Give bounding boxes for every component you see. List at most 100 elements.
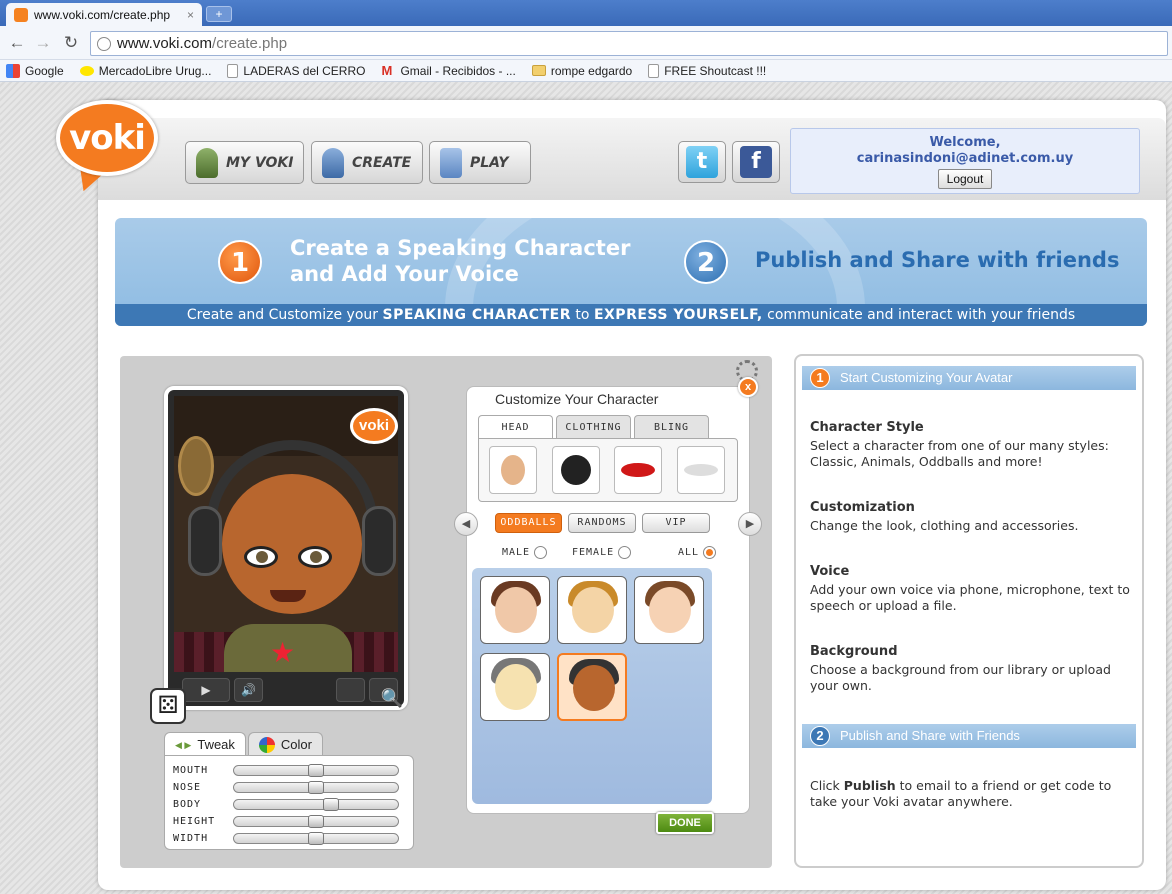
tab-clothing[interactable]: CLOTHING <box>556 415 631 439</box>
forward-arrow-icon[interactable]: → <box>32 32 54 54</box>
customize-title: Customize Your Character <box>495 391 659 407</box>
character-right-eye <box>298 546 332 568</box>
slider-knob[interactable] <box>323 798 339 811</box>
star-badge-icon: ★ <box>270 637 296 668</box>
facial-hair-option[interactable] <box>677 446 725 494</box>
done-button[interactable]: DONE <box>656 812 714 834</box>
volume-icon[interactable]: 🔊 <box>234 678 263 702</box>
slider-height: HEIGHT <box>173 813 405 830</box>
character-thumb[interactable] <box>634 576 704 644</box>
character-thumb[interactable] <box>480 653 550 721</box>
play-button[interactable]: ▶ <box>182 678 231 702</box>
page-icon <box>227 63 239 78</box>
help-character-style: Character Style Select a character from … <box>810 420 1132 470</box>
slider-nose: NOSE <box>173 779 405 796</box>
tab-tweak[interactable]: ◀ ▶ Tweak <box>164 732 246 756</box>
nav-my-voki-button[interactable]: MY VOKI <box>185 141 304 184</box>
help-publish: Click Publish to email to a friend or ge… <box>810 778 1112 809</box>
logout-button[interactable]: Logout <box>937 169 993 189</box>
facebook-icon: f <box>740 146 772 178</box>
create-person-icon <box>322 147 344 178</box>
mouth-option[interactable] <box>614 446 662 494</box>
player-controls: ▶ 🔊 <box>182 678 398 706</box>
welcome-label: Welcome, <box>929 135 1001 150</box>
radio-male[interactable] <box>534 546 548 559</box>
nav-label: PLAY <box>470 154 509 171</box>
address-bar[interactable]: www.voki.com/create.php <box>90 31 1168 56</box>
slider-knob[interactable] <box>308 815 324 828</box>
help-heading: Background <box>810 644 898 659</box>
gender-male[interactable]: MALE <box>502 546 548 559</box>
nav-create-button[interactable]: CREATE <box>311 141 423 184</box>
voki-logo[interactable]: voki <box>52 96 162 197</box>
help-heading: Character Style <box>810 420 924 435</box>
slider-knob[interactable] <box>308 764 324 777</box>
radio-female[interactable] <box>618 546 632 559</box>
tab-color[interactable]: Color <box>247 732 323 756</box>
reload-icon[interactable]: ↻ <box>60 32 82 54</box>
welcome-box: Welcome, carinasindoni@adinet.com.uy Log… <box>790 128 1140 194</box>
section-title: Publish and Share with Friends <box>840 728 1020 743</box>
color-palette-icon <box>258 736 275 753</box>
close-icon[interactable]: x <box>738 377 758 397</box>
publish-keyword: Publish <box>843 778 896 793</box>
category-next-arrow-icon[interactable]: ▶ <box>738 512 762 536</box>
voki-favicon-icon <box>14 7 28 22</box>
browser-tab[interactable]: www.voki.com/create.php × <box>6 3 202 26</box>
section-publish-header: 2 Publish and Share with Friends <box>802 724 1136 748</box>
slider-track[interactable] <box>233 832 399 845</box>
step-2-title[interactable]: Publish and Share with friends <box>755 248 1119 272</box>
nav-play-button[interactable]: PLAY <box>429 141 531 184</box>
slider-knob[interactable] <box>308 781 324 794</box>
blank-control-button[interactable] <box>336 678 366 702</box>
hair-option[interactable] <box>552 446 600 494</box>
slider-mouth: MOUTH <box>173 762 405 779</box>
character-stage[interactable]: ★ voki <box>174 396 398 672</box>
bald-head-icon <box>501 455 525 485</box>
head-shape-option[interactable] <box>489 446 537 494</box>
tab-label: Tweak <box>197 736 235 752</box>
zoom-magnifier-icon[interactable]: 🔍 <box>380 688 404 712</box>
thumb-face <box>649 587 691 633</box>
slider-track[interactable] <box>233 781 399 794</box>
new-tab-button[interactable]: + <box>206 6 232 22</box>
tab-close-icon[interactable]: × <box>187 8 194 22</box>
bookmark-rompe-edgardo[interactable]: rompe edgardo <box>531 64 632 78</box>
slider-track[interactable] <box>233 798 399 811</box>
gender-female[interactable]: FEMALE <box>572 546 632 559</box>
category-oddballs[interactable]: ODDBALLS <box>495 513 562 533</box>
random-dice-icon[interactable]: ⚄ <box>150 688 186 724</box>
bookmark-laderas[interactable]: LADERAS del CERRO <box>227 63 365 78</box>
radio-all[interactable] <box>703 546 717 559</box>
help-customization: Customization Change the look, clothing … <box>810 500 1132 534</box>
character-thumb[interactable] <box>557 576 627 644</box>
thumb-face <box>495 587 537 633</box>
back-arrow-icon[interactable]: ← <box>6 32 28 54</box>
slider-track[interactable] <box>233 815 399 828</box>
thumb-face <box>572 587 614 633</box>
banner-tagline: Create and Customize your SPEAKING CHARA… <box>115 304 1147 326</box>
tab-bling[interactable]: BLING <box>634 415 709 439</box>
url-text: www.voki.com/create.php <box>117 35 288 52</box>
tab-label: Color <box>280 736 312 752</box>
twitter-button[interactable]: t <box>678 141 726 183</box>
bookmark-shoutcast[interactable]: FREE Shoutcast !!! <box>648 63 766 78</box>
browser-toolbar: ← → ↻ www.voki.com/create.php <box>0 26 1172 60</box>
category-vip[interactable]: VIP <box>642 513 710 533</box>
category-randoms[interactable]: RANDOMS <box>568 513 636 533</box>
section-1-badge: 1 <box>810 368 830 388</box>
nav-label: MY VOKI <box>226 154 294 171</box>
category-prev-arrow-icon[interactable]: ◀ <box>454 512 478 536</box>
gender-all[interactable]: ALL <box>678 546 717 559</box>
bookmark-google[interactable]: Google <box>6 63 64 78</box>
bookmark-mercadolibre[interactable]: MercadoLibre Urug... <box>79 64 211 78</box>
slider-knob[interactable] <box>308 832 324 845</box>
tab-title: www.voki.com/create.php <box>34 7 171 22</box>
character-thumb[interactable] <box>480 576 550 644</box>
section-start-customizing-header: 1 Start Customizing Your Avatar <box>802 366 1136 390</box>
character-thumb-selected[interactable] <box>557 653 627 721</box>
twitter-icon: t <box>686 146 718 178</box>
facebook-button[interactable]: f <box>732 141 780 183</box>
slider-track[interactable] <box>233 764 399 777</box>
bookmark-gmail[interactable]: M Gmail - Recibidos - ... <box>381 63 515 78</box>
